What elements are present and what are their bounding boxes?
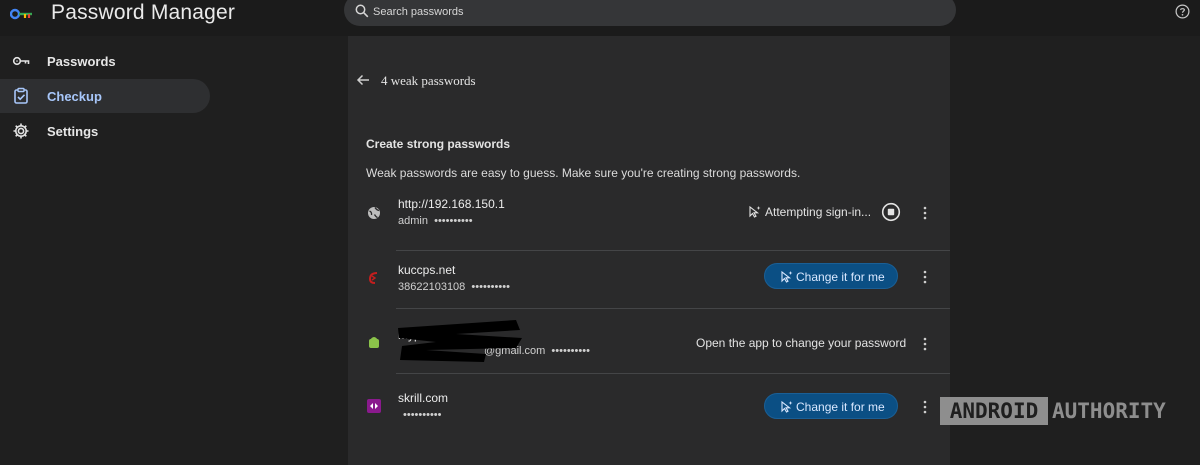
change-it-for-me-button[interactable]: Change it for me	[764, 393, 898, 419]
password-mask: ••••••••••	[551, 345, 590, 357]
stop-icon[interactable]	[881, 202, 901, 222]
more-vert-icon[interactable]	[922, 270, 928, 284]
key-icon	[10, 8, 32, 20]
search-icon	[355, 4, 369, 18]
password-row: kuccps.net 38622103108 •••••••••• Change…	[348, 251, 950, 315]
watermark-text: AUTHORITY	[1052, 399, 1166, 423]
section-heading: Create strong passwords	[366, 137, 511, 151]
redaction-scribble	[398, 320, 522, 362]
row-divider	[396, 308, 950, 309]
open-app-status: Open the app to change your password	[696, 336, 907, 350]
password-mask: ••••••••••	[471, 281, 510, 293]
top-bar: Password Manager Search passwords	[0, 0, 1200, 36]
sidebar-item-checkup[interactable]: Checkup	[0, 79, 210, 113]
section-description: Weak passwords are easy to guess. Make s…	[366, 166, 801, 180]
arrow-back-icon[interactable]	[356, 73, 370, 87]
cursor-sparkle-icon	[781, 270, 793, 283]
password-row: http://192.168.150.1 admin •••••••••• At…	[348, 181, 950, 251]
sidebar-item-label: Passwords	[47, 54, 116, 69]
skrill-site-icon	[367, 399, 381, 413]
sign-in-status: Attempting sign-in...	[765, 205, 872, 219]
username: ••••••••••	[403, 409, 442, 421]
site-name: kuccps.net	[398, 263, 456, 277]
site-name: http://192.168.150.1	[398, 197, 505, 211]
password-row: skrill.com •••••••••• Change it for me	[348, 382, 950, 446]
gear-icon	[13, 123, 29, 139]
watermark-boxed-text: ANDROID	[940, 397, 1048, 425]
sidebar-item-passwords[interactable]: Passwords	[0, 44, 210, 78]
password-mask: ••••••••••	[403, 409, 442, 421]
checkup-panel: 4 weak passwords Create strong passwords…	[348, 36, 950, 465]
key-icon	[12, 56, 30, 66]
page-title: 4 weak passwords	[381, 73, 476, 88]
password-row: mypo @gmail.com •••••••••• Open the app …	[348, 318, 950, 382]
search-input[interactable]: Search passwords	[373, 6, 464, 18]
search-bar[interactable]: Search passwords	[344, 0, 956, 26]
app-title: Password Manager	[51, 1, 236, 24]
sidebar: Passwords Checkup Settings	[0, 36, 348, 465]
change-it-for-me-button[interactable]: Change it for me	[764, 263, 898, 289]
android-icon	[369, 337, 379, 348]
username: admin ••••••••••	[398, 215, 473, 227]
button-label: Change it for me	[796, 270, 885, 284]
sidebar-item-label: Checkup	[47, 89, 102, 104]
password-mask: ••••••••••	[434, 215, 473, 227]
more-vert-icon[interactable]	[922, 400, 928, 414]
site-name: skrill.com	[398, 391, 448, 405]
sidebar-item-settings[interactable]: Settings	[0, 114, 210, 148]
row-divider	[396, 373, 950, 374]
username: 38622103108 ••••••••••	[398, 281, 510, 293]
kuccps-site-icon	[368, 272, 378, 284]
checkup-icon	[14, 87, 28, 104]
sidebar-item-label: Settings	[47, 124, 99, 139]
globe-icon	[368, 207, 380, 219]
button-label: Change it for me	[796, 400, 885, 414]
help-icon[interactable]	[1175, 4, 1190, 19]
more-vert-icon[interactable]	[922, 337, 928, 351]
more-vert-icon[interactable]	[922, 206, 928, 220]
cursor-sparkle-icon	[781, 400, 793, 413]
cursor-sparkle-icon	[749, 205, 761, 218]
